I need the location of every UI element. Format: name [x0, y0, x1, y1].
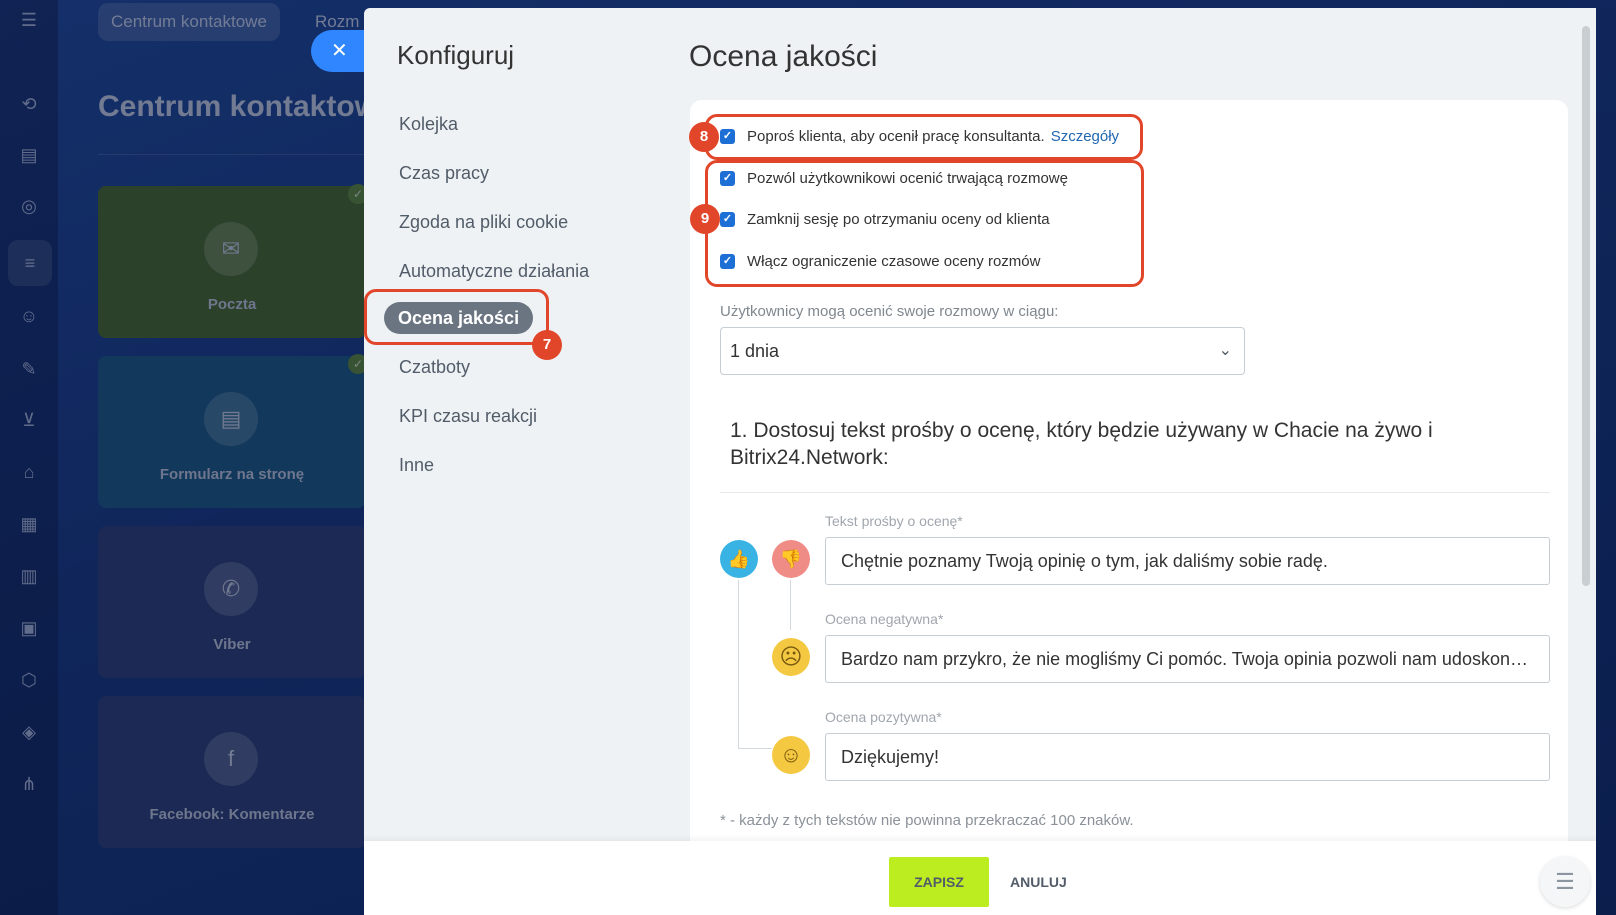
details-link[interactable]: Szczegóły [1051, 128, 1119, 145]
close-slider-button[interactable]: ✕ [311, 30, 371, 72]
checkbox-checked-icon[interactable]: ✓ [720, 254, 735, 269]
menu-item-quality-rating[interactable]: Ocena jakości [384, 302, 534, 334]
cancel-button[interactable]: ANULUJ [1010, 857, 1067, 907]
thumbs-down-icon[interactable]: 👎 [772, 540, 810, 578]
smile-face-icon: ☺ [772, 736, 810, 774]
checkbox-row-rate-ongoing[interactable]: ✓ Pozwól użytkownikowi ocenić trwającą r… [720, 170, 1068, 187]
menu-title: Konfiguruj [397, 40, 515, 70]
annotation-badge-8: 8 [689, 122, 719, 152]
request-text-label: Tekst prośby o ocenę* [825, 513, 963, 529]
tree-line [738, 748, 772, 749]
section-divider [720, 492, 1550, 493]
checkbox-checked-icon[interactable]: ✓ [720, 171, 735, 186]
period-label: Użytkownicy mogą ocenić swoje rozmowy w … [720, 303, 1059, 320]
menu-item-chatbots[interactable]: Czatboty [399, 357, 470, 378]
checkbox-checked-icon[interactable]: ✓ [720, 129, 735, 144]
footnote: * - każdy z tych tekstów nie powinna prz… [720, 812, 1134, 829]
tree-line [738, 580, 739, 748]
thumbs-up-icon[interactable]: 👍 [720, 540, 758, 578]
footer-bar: ZAPISZ ANULUJ ☰ [364, 841, 1596, 915]
checkbox-row-ask-client[interactable]: ✓ Poproś klienta, aby ocenił pracę konsu… [720, 128, 1119, 145]
menu-item-cookie-consent[interactable]: Zgoda na pliki cookie [399, 212, 568, 233]
settings-card: ✓ Poproś klienta, aby ocenił pracę konsu… [690, 100, 1568, 860]
checkbox-label: Zamknij sesję po otrzymaniu oceny od kli… [747, 211, 1050, 228]
section-heading: 1. Dostosuj tekst prośby o ocenę, który … [730, 419, 1433, 469]
settings-slider: Konfiguruj Kolejka Czas pracy Zgoda na p… [364, 8, 1596, 915]
checkbox-label: Pozwól użytkownikowi ocenić trwającą roz… [747, 170, 1068, 187]
menu-item-working-hours[interactable]: Czas pracy [399, 163, 489, 184]
menu-item-response-kpi[interactable]: KPI czasu reakcji [399, 406, 537, 427]
page-title: Ocena jakości [689, 40, 878, 73]
negative-rating-label: Ocena negatywna* [825, 611, 944, 627]
annotation-badge-9: 9 [690, 204, 720, 234]
period-select-value: 1 dnia [730, 341, 780, 361]
tree-line [790, 580, 791, 630]
save-button[interactable]: ZAPISZ [889, 857, 989, 907]
checkbox-label: Włącz ograniczenie czasowe oceny rozmów [747, 253, 1041, 270]
close-icon: ✕ [331, 40, 348, 62]
list-menu-icon[interactable]: ☰ [1540, 857, 1590, 907]
negative-rating-input[interactable]: Bardzo nam przykro, że nie mogliśmy Ci p… [825, 635, 1550, 683]
checkbox-row-time-limit[interactable]: ✓ Włącz ograniczenie czasowe oceny rozmó… [720, 253, 1040, 270]
request-text-input[interactable]: Chętnie poznamy Twoją opinię o tym, jak … [825, 537, 1550, 585]
checkbox-label: Poproś klienta, aby ocenił pracę konsult… [747, 128, 1045, 145]
menu-item-automatic-actions[interactable]: Automatyczne działania [399, 261, 589, 282]
sad-face-icon: ☹ [772, 638, 810, 676]
period-select[interactable]: 1 dnia ⌄ [720, 327, 1245, 375]
menu-item-other[interactable]: Inne [399, 455, 434, 476]
checkbox-checked-icon[interactable]: ✓ [720, 212, 735, 227]
positive-rating-input[interactable]: Dziękujemy! [825, 733, 1550, 781]
checkbox-row-close-session[interactable]: ✓ Zamknij sesję po otrzymaniu oceny od k… [720, 211, 1050, 228]
chevron-down-icon: ⌄ [1218, 342, 1232, 359]
scrollbar[interactable] [1582, 26, 1590, 586]
annotation-badge-7: 7 [532, 330, 562, 360]
menu-item-queue[interactable]: Kolejka [399, 114, 458, 135]
positive-rating-label: Ocena pozytywna* [825, 709, 942, 725]
